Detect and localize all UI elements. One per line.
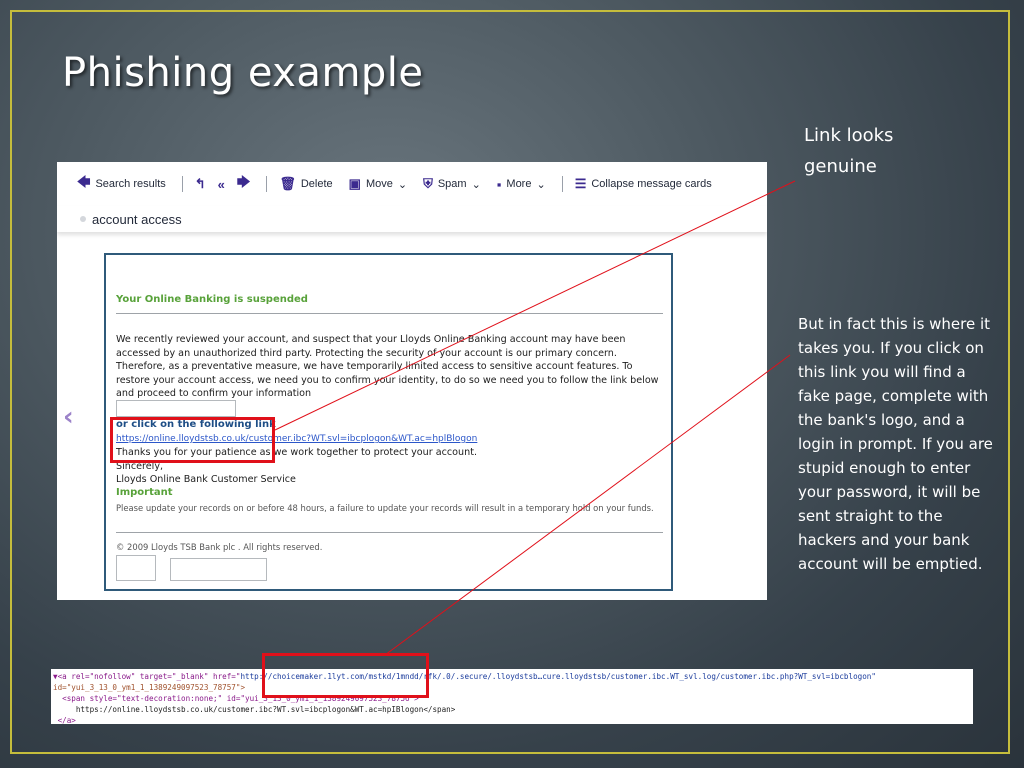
reply-actions: ↰ « 🡆 xyxy=(195,173,251,195)
trash-icon: 🗑 xyxy=(279,176,296,191)
arrow-left-icon: 🡄 xyxy=(77,174,91,189)
empty-form-box xyxy=(116,400,236,417)
delete-button[interactable]: 🗑 Delete xyxy=(279,176,332,192)
collapse-cards-button[interactable]: ☰ Collapse message cards xyxy=(575,176,712,192)
more-dots-icon: ▪ xyxy=(496,176,502,192)
spam-button[interactable]: ⛨ Spam ⌄ xyxy=(423,176,481,192)
mail-toolbar: 🡄 Search results ↰ « 🡆 🗑 Delete ▣ Move ⌄… xyxy=(57,162,767,206)
collapse-label: Collapse message cards xyxy=(591,178,712,190)
slide-title: Phishing example xyxy=(62,50,424,96)
footer-box xyxy=(116,555,156,581)
shield-icon: ⛨ xyxy=(423,176,433,191)
email-screenshot: 🡄 Search results ↰ « 🡆 🗑 Delete ▣ Move ⌄… xyxy=(57,162,767,600)
important-heading: Important xyxy=(116,487,173,498)
email-heading: Your Online Banking is suspended xyxy=(116,294,308,305)
spam-label: Spam xyxy=(437,178,467,190)
code-line-2: id="yui_3_13_0_ym1_1_1389249097523_78757… xyxy=(53,682,245,693)
email-paragraph: We recently reviewed your account, and s… xyxy=(116,334,659,400)
message-subject: account access xyxy=(92,211,182,227)
note-explanation: But in fact this is where it takes you. … xyxy=(798,315,993,573)
code-line-4: https://online.lloydstsb.co.uk/customer.… xyxy=(53,704,455,715)
highlight-fake-link-box xyxy=(110,417,275,463)
code-line-5: </a> xyxy=(53,715,76,726)
reply-icon[interactable]: ↰ xyxy=(195,176,206,192)
chevron-down-icon: ⌄ xyxy=(536,178,546,191)
list-icon: ☰ xyxy=(574,176,587,191)
code-id: id="yui_3_13_0_ym1_1_1389249097523_78757… xyxy=(53,683,246,692)
html-source-panel: ▼<a rel="nofollow" target="_blank" href=… xyxy=(51,669,973,726)
chevron-down-icon: ⌄ xyxy=(471,178,481,191)
folder-icon: ▣ xyxy=(348,176,361,191)
unread-dot-icon xyxy=(80,216,86,222)
move-button[interactable]: ▣ Move ⌄ xyxy=(349,176,407,192)
footer-box xyxy=(170,558,267,581)
move-label: Move xyxy=(365,178,393,190)
update-notice: Please update your records on or before … xyxy=(116,503,654,513)
code-line-1: ▼<a rel="nofollow" target="_blank" href=… xyxy=(53,671,876,682)
copyright-text: © 2009 Lloyds TSB Bank plc . All rights … xyxy=(116,542,323,552)
code-display-url: https://online.lloydstsb.co.uk/customer.… xyxy=(53,705,456,714)
highlight-real-href-box xyxy=(262,653,429,698)
more-button[interactable]: ▪ More ⌄ xyxy=(497,177,546,192)
toolbar-divider xyxy=(266,176,268,192)
divider xyxy=(116,313,663,314)
note-link-looks-genuine: Link looks genuine xyxy=(804,125,894,177)
reply-all-icon[interactable]: « xyxy=(218,177,225,192)
forward-icon[interactable]: 🡆 xyxy=(237,173,250,195)
previous-message-chevron-icon[interactable]: ‹ xyxy=(63,402,74,432)
divider xyxy=(116,532,663,533)
delete-label: Delete xyxy=(300,178,333,190)
code-anchor-close: </a> xyxy=(53,716,76,725)
back-button[interactable]: 🡄 Search results xyxy=(77,173,166,195)
message-subject-bar: account access xyxy=(57,206,767,232)
more-label: More xyxy=(506,178,532,190)
toolbar-divider xyxy=(181,176,183,192)
signature-text: Lloyds Online Bank Customer Service xyxy=(116,474,296,485)
code-anchor-open: ▼<a rel="nofollow" target="_blank" href=… xyxy=(53,672,241,681)
toolbar-divider xyxy=(561,176,563,192)
back-label: Search results xyxy=(95,178,166,190)
chevron-down-icon: ⌄ xyxy=(397,178,408,191)
